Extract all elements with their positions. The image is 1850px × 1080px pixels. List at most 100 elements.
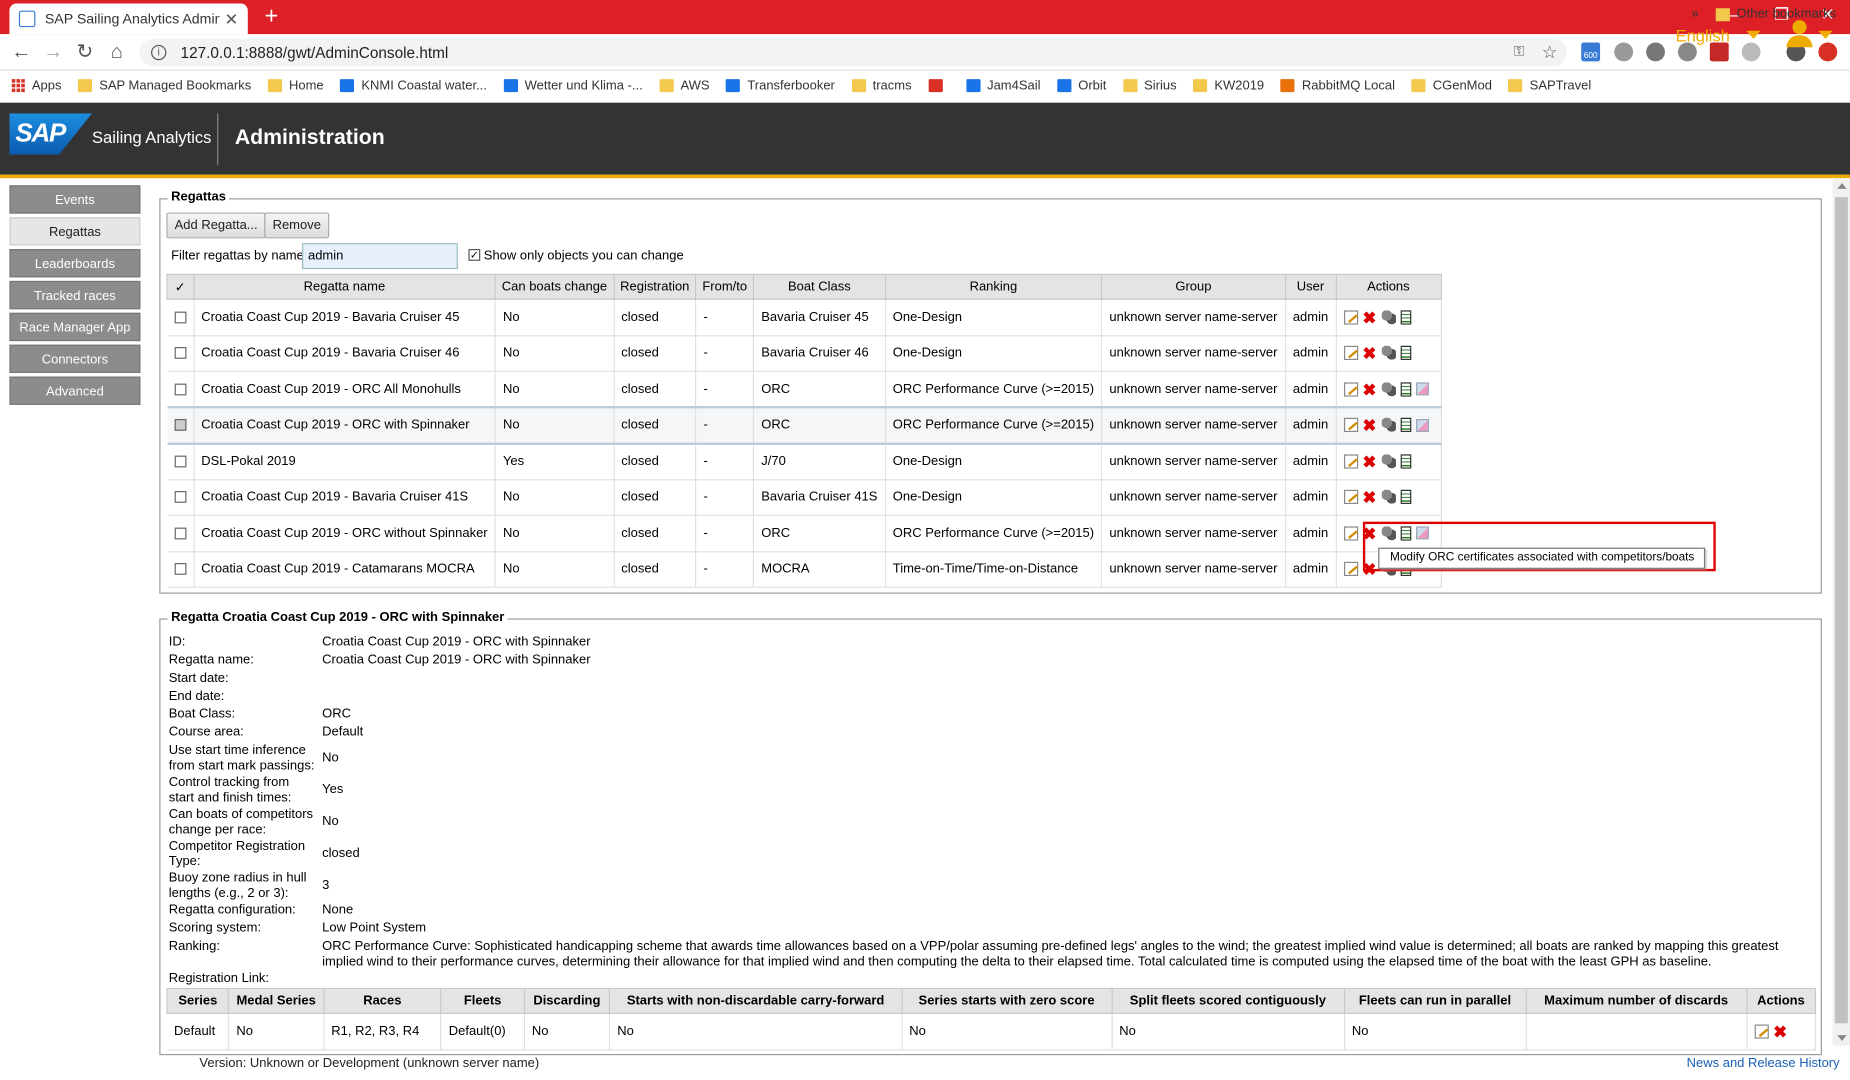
- bookmark-item[interactable]: Apps: [11, 78, 61, 93]
- bookmark-item[interactable]: Sirius: [1122, 78, 1177, 93]
- row-checkbox[interactable]: [174, 383, 186, 395]
- bookmarks-more-icon[interactable]: »: [1692, 7, 1699, 21]
- edit-icon[interactable]: [1343, 490, 1358, 505]
- select-cell[interactable]: [166, 299, 195, 336]
- nav-leaderboards[interactable]: Leaderboards: [9, 249, 141, 278]
- nav-race-manager-app[interactable]: Race Manager App: [9, 312, 141, 342]
- nav-tracked-races[interactable]: Tracked races: [9, 280, 141, 310]
- orc-certificates-icon[interactable]: [1415, 418, 1429, 432]
- column-header[interactable]: From/to: [695, 273, 755, 300]
- edit-series-icon[interactable]: [1754, 1024, 1769, 1039]
- nav-advanced[interactable]: Advanced: [9, 376, 141, 405]
- row-checkbox[interactable]: [174, 491, 186, 504]
- edit-icon[interactable]: [1343, 381, 1358, 397]
- bookmark-item[interactable]: Home: [267, 78, 324, 93]
- delete-icon[interactable]: ✖: [1362, 453, 1377, 470]
- language-selector[interactable]: English: [1676, 26, 1730, 45]
- password-key-icon[interactable]: ⚿: [1514, 42, 1525, 60]
- select-cell[interactable]: [166, 406, 195, 445]
- row-checkbox[interactable]: [174, 527, 186, 540]
- extension-icon[interactable]: [1646, 42, 1665, 62]
- table-row[interactable]: Croatia Coast Cup 2019 - Catamarans MOCR…: [166, 551, 1442, 588]
- row-checkbox[interactable]: [174, 563, 186, 576]
- bookmark-item[interactable]: Wetter und Klima -...: [503, 78, 643, 93]
- column-header[interactable]: Ranking: [884, 273, 1103, 300]
- bookmark-item[interactable]: KW2019: [1193, 78, 1264, 93]
- remove-button[interactable]: Remove: [264, 212, 330, 239]
- bookmark-item[interactable]: Orbit: [1057, 78, 1106, 93]
- column-header[interactable]: ✓: [166, 273, 195, 300]
- edit-icon[interactable]: [1343, 526, 1358, 541]
- table-row[interactable]: DSL-Pokal 2019 Yes closed - J/70 One-Design un…: [166, 443, 1442, 480]
- user-icon[interactable]: [1786, 20, 1813, 48]
- nav-regattas[interactable]: Regattas: [9, 217, 141, 246]
- extension-icon[interactable]: [1677, 42, 1697, 62]
- bookmark-item[interactable]: tracms: [851, 78, 912, 93]
- competitors-icon[interactable]: [1381, 418, 1396, 433]
- forward-arrow-icon[interactable]: →: [41, 40, 65, 64]
- orc-certificates-icon[interactable]: [1415, 382, 1429, 396]
- address-bar[interactable]: i 127.0.0.1:8888/gwt/AdminConsole.html ⚿…: [139, 38, 1568, 67]
- nav-events[interactable]: Events: [9, 185, 141, 214]
- bookmark-item[interactable]: AWS: [659, 78, 710, 93]
- bookmark-item[interactable]: Jam4Sail: [965, 78, 1040, 93]
- bookmark-star-icon[interactable]: ☆: [1542, 41, 1558, 62]
- leaderboard-icon[interactable]: [1400, 310, 1411, 325]
- delete-icon[interactable]: ✖: [1362, 417, 1377, 434]
- user-dropdown-icon[interactable]: [1818, 30, 1833, 39]
- close-tab-icon[interactable]: ✕: [225, 9, 239, 29]
- column-header[interactable]: User: [1284, 273, 1337, 300]
- page-scrollbar[interactable]: [1832, 178, 1850, 1046]
- column-header[interactable]: Actions: [1335, 273, 1442, 300]
- row-checkbox[interactable]: [174, 347, 186, 360]
- delete-icon[interactable]: ✖: [1362, 489, 1377, 506]
- leaderboard-icon[interactable]: [1400, 381, 1411, 397]
- bookmark-item[interactable]: SAPTravel: [1508, 78, 1591, 93]
- pdf-extension-icon[interactable]: [1709, 42, 1729, 62]
- language-dropdown-icon[interactable]: [1746, 30, 1761, 39]
- scroll-down-icon[interactable]: [1837, 1035, 1847, 1042]
- delete-icon[interactable]: ✖: [1362, 381, 1377, 398]
- edit-icon[interactable]: [1343, 454, 1358, 469]
- column-header[interactable]: Can boats change: [494, 273, 615, 300]
- select-cell[interactable]: [166, 335, 195, 372]
- leaderboard-icon[interactable]: [1400, 418, 1411, 433]
- column-header[interactable]: Boat Class: [753, 273, 886, 300]
- filter-input[interactable]: admin: [302, 243, 458, 270]
- select-cell[interactable]: [166, 371, 195, 408]
- select-cell[interactable]: [166, 479, 195, 516]
- scroll-thumb[interactable]: [1834, 197, 1848, 1024]
- news-link[interactable]: News and Release History: [1687, 1056, 1840, 1070]
- competitors-icon[interactable]: [1381, 346, 1396, 361]
- column-header[interactable]: Regatta name: [192, 273, 496, 300]
- show-only-checkbox[interactable]: ✓: [468, 249, 481, 261]
- table-row[interactable]: Croatia Coast Cup 2019 - ORC without Spi…: [166, 515, 1442, 552]
- extension-badge-icon[interactable]: 600: [1581, 42, 1601, 62]
- bookmark-item[interactable]: SAP Managed Bookmarks: [77, 78, 251, 93]
- update-menu-icon[interactable]: [1818, 42, 1838, 62]
- edit-icon[interactable]: [1343, 562, 1358, 577]
- delete-icon[interactable]: ✖: [1362, 345, 1377, 362]
- reload-icon[interactable]: ↻: [73, 40, 97, 64]
- select-cell[interactable]: [166, 551, 195, 588]
- bookmark-item[interactable]: RabbitMQ Local: [1280, 78, 1395, 93]
- back-arrow-icon[interactable]: ←: [9, 40, 33, 64]
- table-row[interactable]: Croatia Coast Cup 2019 - Bavaria Cruiser…: [166, 299, 1442, 336]
- select-cell[interactable]: [166, 515, 195, 552]
- row-checkbox[interactable]: [174, 455, 186, 468]
- column-header[interactable]: Group: [1101, 273, 1286, 300]
- competitors-icon[interactable]: [1381, 310, 1396, 325]
- scroll-up-icon[interactable]: [1837, 182, 1847, 189]
- nav-connectors[interactable]: Connectors: [9, 344, 141, 373]
- row-checkbox[interactable]: [174, 311, 186, 324]
- table-row[interactable]: Croatia Coast Cup 2019 - Bavaria Cruiser…: [166, 335, 1442, 372]
- add-regatta-button[interactable]: Add Regatta...: [166, 212, 266, 239]
- browser-tab[interactable]: SAP Sailing Analytics Administrat ✕: [9, 3, 248, 35]
- new-tab-button[interactable]: +: [260, 4, 284, 30]
- leaderboard-icon[interactable]: [1400, 454, 1411, 469]
- bookmark-item[interactable]: Transferbooker: [726, 78, 835, 93]
- home-icon[interactable]: ⌂: [105, 40, 129, 64]
- leaderboard-icon[interactable]: [1400, 346, 1411, 361]
- edit-icon[interactable]: [1343, 346, 1358, 361]
- table-row[interactable]: Croatia Coast Cup 2019 - ORC with Spinna…: [166, 406, 1442, 445]
